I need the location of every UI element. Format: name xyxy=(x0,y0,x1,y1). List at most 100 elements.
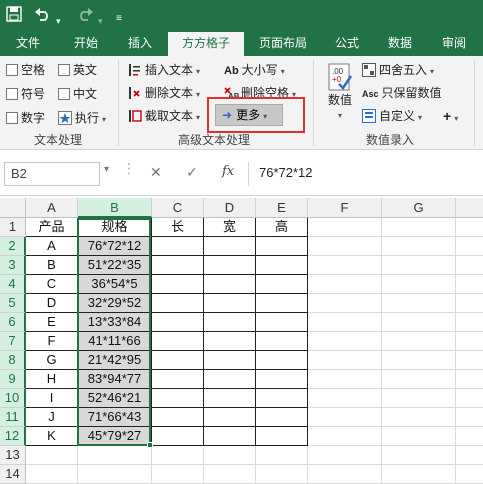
cell-C4[interactable] xyxy=(152,275,204,294)
checkbox-chinese[interactable]: 中文 xyxy=(58,86,97,102)
cell-C5[interactable] xyxy=(152,294,204,313)
formula-input[interactable]: 76*72*12 xyxy=(248,162,483,186)
row-header[interactable]: 12 xyxy=(0,427,26,446)
tab-file[interactable]: 文件 xyxy=(6,32,50,56)
cell-F8[interactable] xyxy=(308,351,382,370)
cell-G14[interactable] xyxy=(382,465,456,484)
cell-3[interactable] xyxy=(456,256,483,275)
cell-8[interactable] xyxy=(456,351,483,370)
enter-icon[interactable]: ✓ xyxy=(186,164,198,181)
row-header[interactable]: 4 xyxy=(0,275,26,294)
extract-text-button[interactable]: 截取文本 ▾ xyxy=(128,108,200,126)
cell-E6[interactable] xyxy=(256,313,308,332)
cell-C10[interactable] xyxy=(152,389,204,408)
cell-A12[interactable]: K xyxy=(26,427,78,446)
cell-E4[interactable] xyxy=(256,275,308,294)
cell-C1[interactable]: 长 xyxy=(152,218,204,237)
cell-B7[interactable]: 41*11*66 xyxy=(78,332,152,351)
value-button[interactable]: .00 +0 数值 ▾ xyxy=(322,62,358,124)
cell-5[interactable] xyxy=(456,294,483,313)
fill-handle[interactable] xyxy=(147,442,153,448)
insert-text-button[interactable]: 插入文本 ▾ xyxy=(128,62,200,80)
cell-A9[interactable]: H xyxy=(26,370,78,389)
cell-2[interactable] xyxy=(456,237,483,256)
cell-D4[interactable] xyxy=(204,275,256,294)
cell-G12[interactable] xyxy=(382,427,456,446)
row-header[interactable]: 6 xyxy=(0,313,26,332)
cell-D13[interactable] xyxy=(204,446,256,465)
cell-C3[interactable] xyxy=(152,256,204,275)
cell-C12[interactable] xyxy=(152,427,204,446)
cell-G7[interactable] xyxy=(382,332,456,351)
cell-G8[interactable] xyxy=(382,351,456,370)
cell-E13[interactable] xyxy=(256,446,308,465)
tab-home[interactable]: 开始 xyxy=(62,32,110,56)
cell-C13[interactable] xyxy=(152,446,204,465)
cell-D1[interactable]: 宽 xyxy=(204,218,256,237)
cell-A11[interactable]: J xyxy=(26,408,78,427)
checkbox-english[interactable]: 英文 xyxy=(58,62,97,78)
cell-F7[interactable] xyxy=(308,332,382,351)
cell-F3[interactable] xyxy=(308,256,382,275)
cell-C14[interactable] xyxy=(152,465,204,484)
row-header[interactable]: 8 xyxy=(0,351,26,370)
cell-D6[interactable] xyxy=(204,313,256,332)
column-header[interactable]: C xyxy=(152,198,204,218)
cell-4[interactable] xyxy=(456,275,483,294)
cell-B5[interactable]: 32*29*52 xyxy=(78,294,152,313)
cell-A10[interactable]: I xyxy=(26,389,78,408)
checkbox-space[interactable]: 空格 xyxy=(6,62,45,78)
cell-E9[interactable] xyxy=(256,370,308,389)
column-header[interactable]: G xyxy=(382,198,456,218)
cell-F11[interactable] xyxy=(308,408,382,427)
add-icon[interactable]: + ▾ xyxy=(443,108,458,127)
cancel-icon[interactable]: ✕ xyxy=(150,164,162,181)
cell-D12[interactable] xyxy=(204,427,256,446)
cell-A1[interactable]: 产品 xyxy=(26,218,78,237)
cell-B12[interactable]: 45*79*27 xyxy=(78,427,152,446)
cell-E5[interactable] xyxy=(256,294,308,313)
column-header[interactable]: A xyxy=(26,198,78,218)
cell-11[interactable] xyxy=(456,408,483,427)
custom-button[interactable]: 自定义 ▾ xyxy=(362,108,422,126)
cell-C11[interactable] xyxy=(152,408,204,427)
cell-C9[interactable] xyxy=(152,370,204,389)
cell-E10[interactable] xyxy=(256,389,308,408)
cell-A8[interactable]: G xyxy=(26,351,78,370)
cell-E8[interactable] xyxy=(256,351,308,370)
save-icon[interactable] xyxy=(6,6,22,28)
cell-C7[interactable] xyxy=(152,332,204,351)
cell-G11[interactable] xyxy=(382,408,456,427)
row-header[interactable]: 14 xyxy=(0,465,26,484)
cell-A5[interactable]: D xyxy=(26,294,78,313)
name-box[interactable]: B2 xyxy=(4,162,100,186)
cell-D10[interactable] xyxy=(204,389,256,408)
cell-D3[interactable] xyxy=(204,256,256,275)
column-header[interactable]: D xyxy=(204,198,256,218)
cell-A13[interactable] xyxy=(26,446,78,465)
cell-B8[interactable]: 21*42*95 xyxy=(78,351,152,370)
cell-A3[interactable]: B xyxy=(26,256,78,275)
keep-value-button[interactable]: Asc 只保留数值 xyxy=(362,85,442,102)
cell-F1[interactable] xyxy=(308,218,382,237)
cell-B13[interactable] xyxy=(78,446,152,465)
cell-F14[interactable] xyxy=(308,465,382,484)
round-button[interactable]: 四舍五入 ▾ xyxy=(362,62,434,80)
cell-D9[interactable] xyxy=(204,370,256,389)
cell-14[interactable] xyxy=(456,465,483,484)
cell-7[interactable] xyxy=(456,332,483,351)
cell-B6[interactable]: 13*33*84 xyxy=(78,313,152,332)
tab-data[interactable]: 数据 xyxy=(378,32,422,56)
name-box-dropdown-icon[interactable]: ▾ xyxy=(104,164,109,175)
row-header[interactable]: 3 xyxy=(0,256,26,275)
cell-B2[interactable]: 76*72*12 xyxy=(78,237,152,256)
cell-G2[interactable] xyxy=(382,237,456,256)
redo-dropdown-icon[interactable]: ▾ xyxy=(98,11,103,31)
cell-A6[interactable]: E xyxy=(26,313,78,332)
tab-fangfang[interactable]: 方方格子 xyxy=(168,32,244,56)
cell-C8[interactable] xyxy=(152,351,204,370)
cell-E2[interactable] xyxy=(256,237,308,256)
customize-qa-icon[interactable]: ≡ xyxy=(116,9,122,29)
cell-D2[interactable] xyxy=(204,237,256,256)
cell-E11[interactable] xyxy=(256,408,308,427)
